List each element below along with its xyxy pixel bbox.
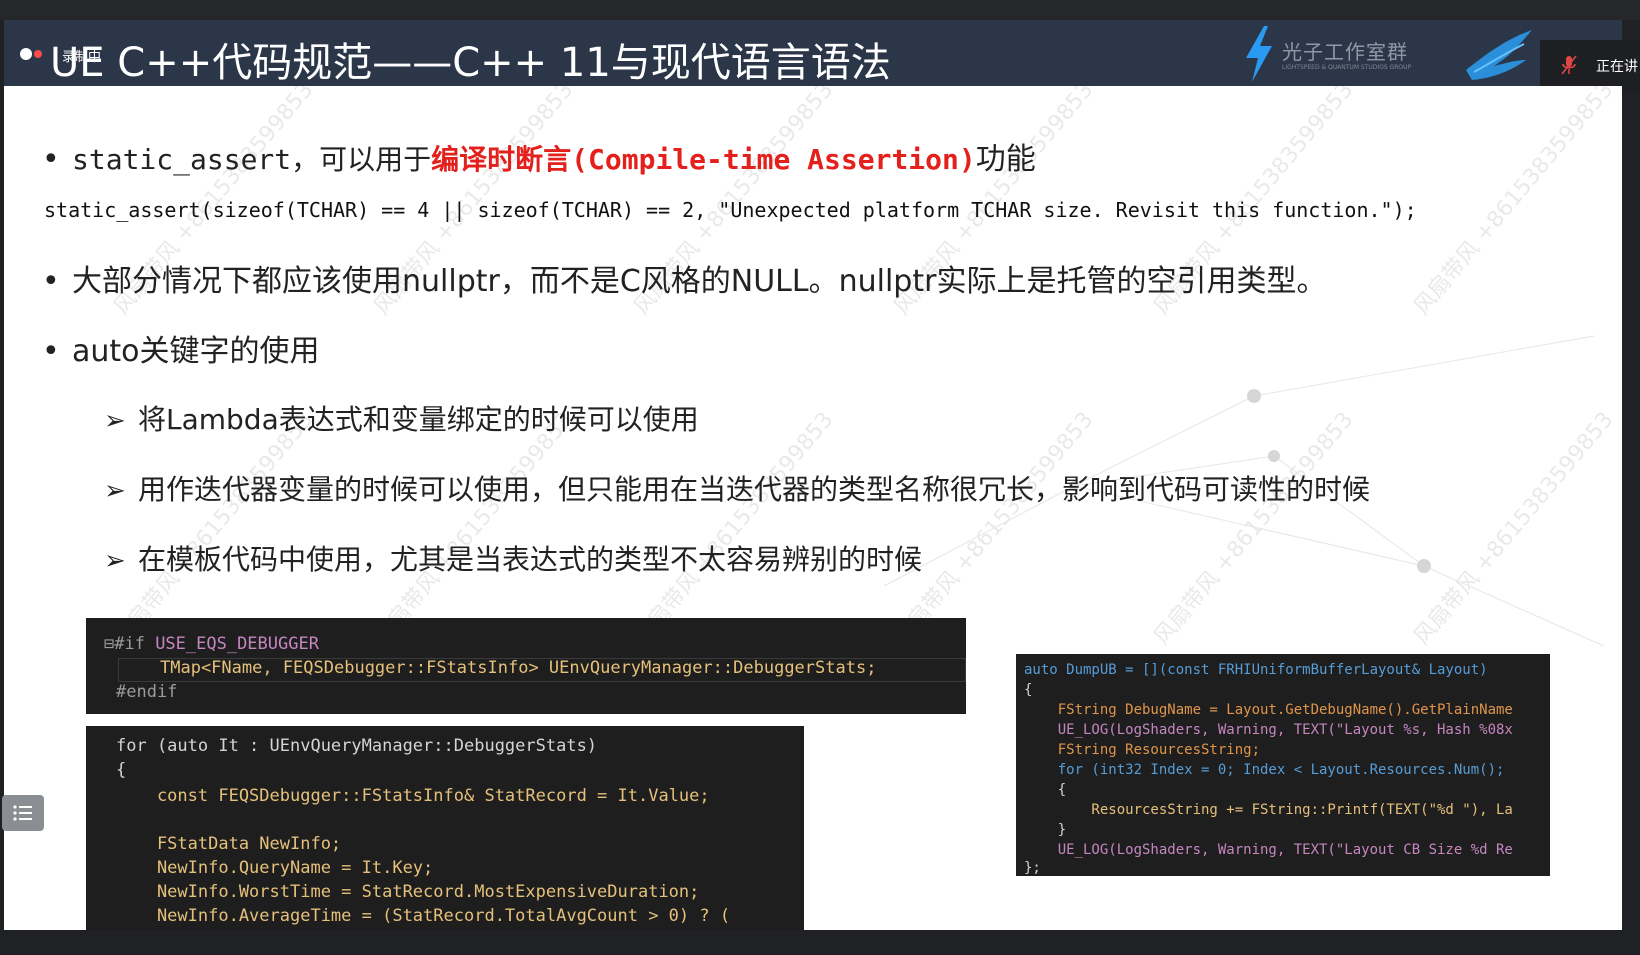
window-bottom-strip bbox=[0, 930, 1640, 955]
lightning-logo-icon bbox=[1246, 26, 1272, 82]
code-line: }; bbox=[1024, 860, 1041, 876]
sub-item: ➢ 用作迭代器变量的时候可以使用，但只能用在当迭代器的类型名称很冗长，影响到代码可… bbox=[104, 468, 1370, 508]
bullet-nullptr-text: 大部分情况下都应该使用nullptr，而不是C风格的NULL。nullptr实际… bbox=[72, 264, 1327, 299]
slide-title: UE C++代码规范——C++ 11与现代语言语法 bbox=[50, 40, 891, 86]
arrow-bullet-icon: ➢ bbox=[104, 476, 126, 506]
code-line: #endif bbox=[116, 682, 178, 702]
svg-text:风扇带风 +8615383599853: 风扇带风 +8615383599853 bbox=[1409, 86, 1618, 320]
slide-canvas: 风扇带风 +8615383599853 风扇带风 +8615383599853 … bbox=[4, 86, 1622, 930]
svg-text:风扇带风 +8615383599853: 风扇带风 +8615383599853 bbox=[629, 408, 838, 650]
code-token: USE_EQS_DEBUGGER bbox=[155, 634, 319, 654]
arrow-bullet-icon: ➢ bbox=[104, 406, 126, 436]
code-snippet-dump-ub: auto DumpUB = [](const FRHIUniformBuffer… bbox=[1016, 654, 1550, 876]
code-line: { bbox=[1024, 782, 1067, 798]
list-icon bbox=[13, 805, 32, 821]
code-line: ⊟#if USE_EQS_DEBUGGER bbox=[104, 634, 319, 654]
code-snippet-debugger-stats: ⊟#if USE_EQS_DEBUGGER TMap<FName, FEQSDe… bbox=[86, 618, 966, 714]
code-line: NewInfo.QueryName = It.Key; bbox=[116, 858, 434, 878]
svg-text:风扇带风 +8615383599853: 风扇带风 +8615383599853 bbox=[369, 408, 578, 650]
recording-red-dot bbox=[34, 50, 42, 58]
code-line: } bbox=[1024, 822, 1067, 838]
muted-mic-icon bbox=[1561, 55, 1577, 75]
bullet-static-assert-suffix: 功能 bbox=[975, 142, 1036, 177]
svg-text:风扇带风 +8615383599853: 风扇带风 +8615383599853 bbox=[1149, 408, 1358, 650]
bullet-nullptr: • 大部分情况下都应该使用nullptr，而不是C风格的NULL。nullptr实… bbox=[42, 264, 1327, 299]
recording-icon bbox=[20, 48, 32, 60]
compile-time-assertion-highlight: 编译时断言(Compile-time Assertion) bbox=[431, 143, 976, 176]
code-line: for (auto It : UEnvQueryManager::Debugge… bbox=[116, 736, 598, 756]
studio-logo-subtext: LIGHTSPEED & QUANTUM STUDIOS GROUP bbox=[1282, 64, 1412, 71]
bullet-auto: • auto关键字的使用 bbox=[42, 334, 320, 369]
speaker-indicator[interactable]: 正在讲 bbox=[1540, 40, 1640, 92]
sub-item-text: 在模板代码中使用，尤其是当表达式的类型不太容易辨别的时候 bbox=[138, 543, 923, 576]
code-line: UE_LOG(LogShaders, Warning, TEXT("Layout… bbox=[1024, 842, 1513, 858]
wing-logo-icon bbox=[1466, 30, 1532, 80]
sub-item: ➢ 在模板代码中使用，尤其是当表达式的类型不太容易辨别的时候 bbox=[104, 538, 922, 578]
svg-text:风扇带风 +8615383599853: 风扇带风 +8615383599853 bbox=[109, 408, 318, 650]
code-line: { bbox=[116, 760, 127, 780]
bullet-auto-text: auto关键字的使用 bbox=[72, 334, 320, 369]
bullet-static-assert: • static_assert，可以用于编译时断言(Compile-time As… bbox=[42, 142, 1036, 177]
speaking-label: 正在讲 bbox=[1596, 59, 1638, 75]
static-assert-code-line: static_assert(sizeof(TCHAR) == 4 || size… bbox=[44, 198, 1417, 222]
svg-text:风扇带风 +8615383599853: 风扇带风 +8615383599853 bbox=[889, 408, 1098, 650]
svg-text:风扇带风 +8615383599853: 风扇带风 +8615383599853 bbox=[1409, 408, 1618, 650]
code-line: FString ResourcesString; bbox=[1024, 742, 1261, 758]
code-line: for (int32 Index = 0; Index < Layout.Res… bbox=[1024, 762, 1505, 778]
outline-toggle-button[interactable] bbox=[2, 795, 44, 831]
sub-item-text: 将Lambda表达式和变量绑定的时候可以使用 bbox=[138, 403, 699, 436]
studio-logo-text: 光子工作室群 bbox=[1282, 40, 1408, 64]
code-line: { bbox=[1024, 682, 1033, 698]
sub-item: ➢ 将Lambda表达式和变量绑定的时候可以使用 bbox=[104, 398, 699, 438]
recording-label: 录制中 bbox=[62, 50, 102, 65]
code-line: const FEQSDebugger::FStatsInfo& StatReco… bbox=[116, 786, 710, 806]
code-line: UE_LOG(LogShaders, Warning, TEXT("Layout… bbox=[1024, 722, 1513, 738]
window-top-strip bbox=[0, 0, 1640, 20]
code-line: TMap<FName, FEQSDebugger::FStatsInfo> UE… bbox=[160, 658, 877, 678]
code-token: ⊟#if bbox=[104, 634, 156, 654]
code-line: auto DumpUB = [](const FRHIUniformBuffer… bbox=[1024, 662, 1488, 678]
arrow-bullet-icon: ➢ bbox=[104, 546, 126, 576]
slide-title-bar: UE C++代码规范——C++ 11与现代语言语法 录制中 光子工作室群 LIG… bbox=[4, 20, 1640, 92]
code-snippet-for-loop: for (auto It : UEnvQueryManager::Debugge… bbox=[86, 726, 804, 930]
sub-item-text: 用作迭代器变量的时候可以使用，但只能用在当迭代器的类型名称很冗长，影响到代码可读… bbox=[138, 473, 1371, 506]
code-line: ResourcesString += FString::Printf(TEXT(… bbox=[1024, 802, 1513, 818]
code-line: FString DebugName = Layout.GetDebugName(… bbox=[1024, 702, 1513, 718]
code-line: NewInfo.AverageTime = (StatRecord.TotalA… bbox=[116, 906, 731, 926]
bullet-static-assert-prefix: static_assert，可以用于 bbox=[72, 143, 432, 176]
code-line: FStatData NewInfo; bbox=[116, 834, 342, 854]
code-line: NewInfo.WorstTime = StatRecord.MostExpen… bbox=[116, 882, 700, 902]
